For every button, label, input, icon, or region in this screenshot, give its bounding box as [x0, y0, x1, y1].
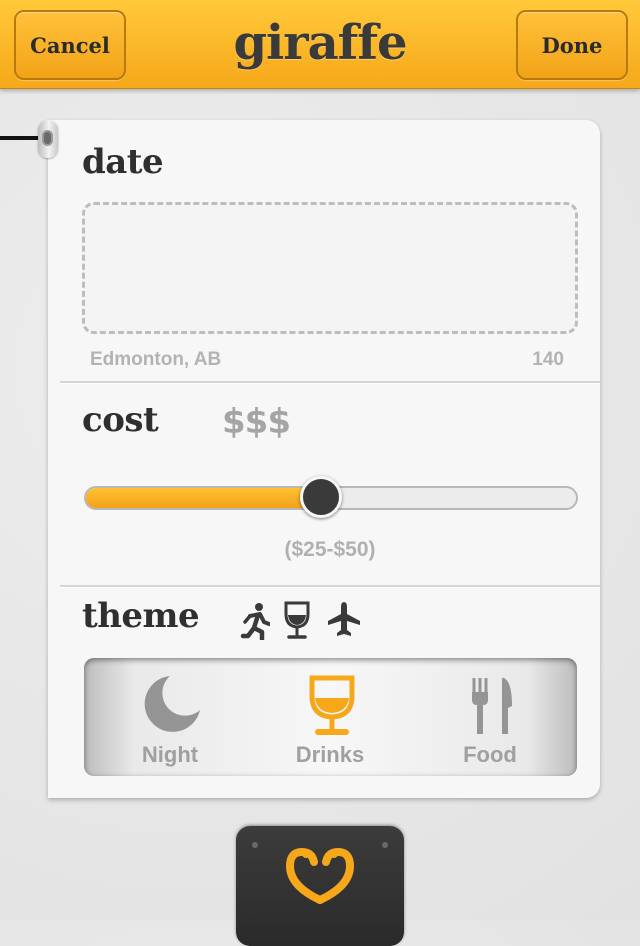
- app-title: giraffe: [233, 15, 407, 71]
- roll-core: [42, 130, 53, 146]
- dock-dot: [382, 842, 388, 848]
- cost-slider-thumb[interactable]: [300, 476, 342, 518]
- wine-glass-icon[interactable]: [282, 600, 312, 640]
- wine-glass-icon: [309, 675, 355, 735]
- theme-option-label: Drinks: [295, 742, 365, 767]
- dock-dot: [252, 842, 258, 848]
- paper-roll-icon: [38, 120, 58, 158]
- cost-range-text: ($25-$50): [284, 538, 376, 561]
- header-bar: Cancel giraffe Done: [0, 0, 640, 89]
- cancel-button[interactable]: Cancel: [14, 10, 126, 80]
- divider: [60, 585, 600, 588]
- location-text: Edmonton, AB: [90, 349, 222, 370]
- theme-option-night[interactable]: Night: [90, 658, 250, 776]
- price-symbols: $$$: [222, 402, 291, 442]
- theme-label: theme: [82, 596, 200, 636]
- cost-label: cost: [82, 400, 159, 440]
- character-count: 140: [532, 349, 564, 370]
- theme-option-drinks[interactable]: Drinks: [250, 658, 410, 776]
- theme-option-label: Night: [141, 742, 199, 767]
- giraffe-logo-icon[interactable]: [282, 846, 358, 906]
- done-button[interactable]: Done: [516, 10, 628, 80]
- theme-option-food[interactable]: Food: [410, 658, 570, 776]
- theme-picker[interactable]: Night Drinks Food: [84, 658, 577, 776]
- airplane-icon[interactable]: [326, 600, 362, 638]
- theme-option-label: Food: [463, 742, 517, 767]
- divider: [60, 381, 600, 384]
- fork-knife-icon: [472, 677, 512, 734]
- cost-slider-fill: [86, 488, 321, 508]
- moon-icon: [144, 676, 200, 732]
- bottom-dock: [236, 826, 404, 946]
- date-label: date: [82, 142, 164, 182]
- running-person-icon[interactable]: [240, 602, 270, 640]
- date-text-area[interactable]: [82, 202, 578, 334]
